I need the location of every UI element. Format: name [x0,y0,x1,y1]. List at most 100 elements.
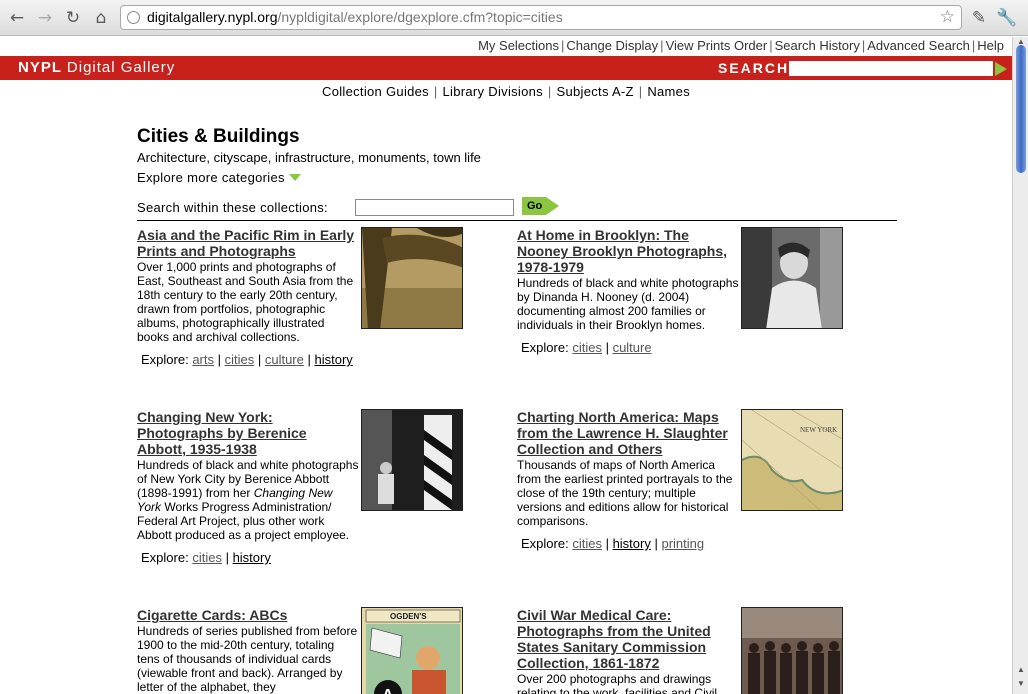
go-label: Go [522,197,546,215]
tag-link[interactable]: culture [613,340,652,355]
collection-thumbnail[interactable]: OGDEN'S A [361,607,463,694]
forward-icon[interactable]: → [34,7,56,29]
collection-thumbnail[interactable]: NEW YORK [741,409,843,511]
explore-label: Explore: [141,352,189,367]
url-path: /nypldigital/explore/dgexplore.cfm?topic… [277,9,563,25]
logo-nypl: NYPL [18,59,62,76]
girl-photo-image [742,228,842,328]
util-help[interactable]: Help [977,38,1004,53]
search-go-arrow-icon[interactable] [995,62,1007,76]
tag-link[interactable]: cities [572,340,602,355]
search-label: SEARCH [718,60,790,76]
collection-title-link[interactable]: Cigarette Cards: ABCs [137,607,357,623]
collection-item: At Home in Brooklyn: The Nooney Brooklyn… [517,227,847,355]
collection-item: Cigarette Cards: ABCs Hundreds of series… [137,607,467,694]
scroll-up-icon[interactable]: ▲ [1015,665,1027,674]
collection-description: Hundreds of series published from before… [137,624,358,694]
collection-description: Hundreds of black and white photographs … [517,276,739,332]
explore-more-label: Explore more categories [137,170,285,185]
util-view-prints-order[interactable]: View Prints Order [666,38,768,53]
browser-toolbar: ← → ↻ ⌂ digitalgallery.nypl.org/nypldigi… [0,0,1028,36]
nav-library-divisions[interactable]: Library Divisions [443,84,543,99]
map-label: NEW YORK [800,426,837,434]
civil-war-photo-image [742,608,842,694]
go-button[interactable]: Go [522,197,560,215]
search-within-input[interactable] [355,199,514,216]
collection-description: Over 200 photographs and drawings relati… [517,672,718,694]
collection-item: Charting North America: Maps from the La… [517,409,847,551]
util-change-display[interactable]: Change Display [566,38,658,53]
explore-label: Explore: [521,536,569,551]
util-advanced-search[interactable]: Advanced Search [867,38,970,53]
page-title: Cities & Buildings [137,126,300,147]
tag-link[interactable]: cities [192,550,222,565]
tree-photo-image [362,228,462,328]
tag-link[interactable]: arts [192,352,214,367]
collection-title-link[interactable]: Charting North America: Maps from the La… [517,409,737,457]
explore-tags: Explore: cities | history | printing [521,536,705,551]
tag-link[interactable]: printing [661,536,704,551]
back-icon[interactable]: ← [6,7,28,29]
util-my-selections[interactable]: My Selections [478,38,559,53]
globe-icon [127,11,140,24]
map-image: NEW YORK [742,410,842,510]
logo-digital-gallery: Digital Gallery [66,59,176,76]
vertical-scrollbar[interactable]: ▲ ▲ ▼ [1012,37,1028,694]
collection-title-link[interactable]: Changing New York: Photographs by Bereni… [137,409,357,457]
tag-link[interactable]: culture [265,352,304,367]
collection-item: Changing New York: Photographs by Bereni… [137,409,467,565]
collection-description: Hundreds of black and white photographs … [137,458,359,542]
tag-link[interactable]: cities [572,536,602,551]
page-menu-icon[interactable]: ✎ [968,7,990,29]
collection-item: Civil War Medical Care: Photographs from… [517,607,847,694]
site-header: NYPL Digital Gallery SEARCH [0,56,1012,80]
explore-tags: Explore: cities | culture [521,340,652,355]
site-search-input[interactable] [789,61,993,76]
dropdown-triangle-icon [288,174,301,181]
collection-item: Asia and the Pacific Rim in Early Prints… [137,227,467,367]
cigarette-card-image: OGDEN'S A [362,608,462,694]
explore-label: Explore: [141,550,189,565]
explore-tags: Explore: cities | history [141,550,271,565]
page-tagline: Architecture, cityscape, infrastructure,… [137,150,481,165]
tag-link[interactable]: cities [225,352,255,367]
scrollbar-thumb[interactable] [1016,45,1026,173]
address-bar[interactable]: digitalgallery.nypl.org/nypldigital/expl… [120,5,962,30]
tag-link[interactable]: history [233,550,271,565]
home-icon[interactable]: ⌂ [90,7,112,29]
wrench-icon[interactable]: 🔧 [996,7,1018,29]
collection-description: Thousands of maps of North America from … [517,458,733,528]
collection-thumbnail[interactable] [741,607,843,694]
tag-link[interactable]: history [613,536,651,551]
url-host: digitalgallery.nypl.org [147,9,278,25]
explore-label: Explore: [521,340,569,355]
site-logo[interactable]: NYPL Digital Gallery [18,59,175,76]
page-content: My Selections | Change Display | View Prints… [0,37,1012,694]
barbershop-photo-image [362,410,462,510]
collection-title-link[interactable]: Civil War Medical Care: Photographs from… [517,607,737,671]
explore-more-categories[interactable]: Explore more categories [137,170,301,185]
nav-names[interactable]: Names [647,84,690,99]
divider [137,220,897,221]
go-arrow-icon [546,197,559,215]
description-text: Works Progress Administration/ Federal A… [137,500,350,542]
utility-nav: My Selections | Change Display | View Prints… [478,38,1004,53]
scroll-down-icon[interactable]: ▼ [1015,679,1027,688]
card-letter: A [382,687,394,694]
bookmark-star-icon[interactable]: ☆ [940,6,955,29]
collection-description: Over 1,000 prints and photographs of Eas… [137,260,354,344]
search-within-label: Search within these collections: [137,200,328,215]
sub-nav: Collection Guides | Library Divisions | … [322,84,690,99]
collection-title-link[interactable]: At Home in Brooklyn: The Nooney Brooklyn… [517,227,737,275]
nav-subjects-az[interactable]: Subjects A-Z [557,84,634,99]
collection-thumbnail[interactable] [741,227,843,329]
collection-thumbnail[interactable] [361,409,463,511]
card-brand-label: OGDEN'S [390,612,427,621]
util-search-history[interactable]: Search History [775,38,860,53]
explore-tags: Explore: arts | cities | culture | histo… [141,352,353,367]
nav-collection-guides[interactable]: Collection Guides [322,84,429,99]
tag-link[interactable]: history [314,352,352,367]
collection-title-link[interactable]: Asia and the Pacific Rim in Early Prints… [137,227,357,259]
reload-icon[interactable]: ↻ [62,7,84,29]
collection-thumbnail[interactable] [361,227,463,329]
